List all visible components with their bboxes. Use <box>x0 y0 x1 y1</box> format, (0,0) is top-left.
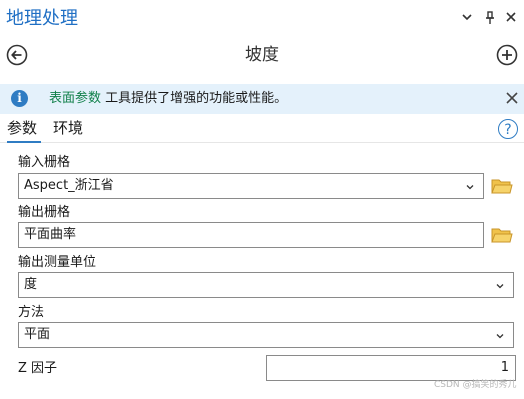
input-raster-label: 输入栅格 <box>18 155 71 170</box>
info-icon: i <box>11 90 28 107</box>
output-raster-input[interactable]: 平面曲率 <box>18 222 484 248</box>
browse-folder-icon[interactable] <box>491 177 513 195</box>
tool-title: 坡度 <box>245 45 279 65</box>
add-icon[interactable] <box>496 44 518 66</box>
close-pane-icon[interactable] <box>501 9 521 29</box>
banner-message: 表面参数 工具提供了增强的功能或性能。 <box>49 89 287 109</box>
banner-tool-link[interactable]: 表面参数 <box>49 91 101 106</box>
chevron-down-icon[interactable] <box>457 9 477 29</box>
chevron-down-icon <box>463 179 477 193</box>
input-raster-value: Aspect_浙江省 <box>24 178 114 193</box>
output-raster-value: 平面曲率 <box>24 227 77 242</box>
output-raster-label: 输出栅格 <box>18 205 71 220</box>
banner-message-text: 工具提供了增强的功能或性能。 <box>101 91 288 106</box>
pane-title-bar <box>0 0 524 38</box>
input-raster-dropdown[interactable]: Aspect_浙江省 <box>18 173 484 199</box>
z-factor-value: 1 <box>500 360 509 375</box>
chevron-down-icon <box>493 278 507 292</box>
active-tab-indicator <box>7 141 41 143</box>
output-unit-value: 度 <box>24 277 38 292</box>
watermark: CSDN @搞笑的秀儿 <box>434 380 517 390</box>
pin-icon[interactable] <box>480 9 500 29</box>
method-value: 平面 <box>24 327 51 342</box>
method-label: 方法 <box>18 305 45 320</box>
close-icon[interactable] <box>502 88 522 108</box>
tab-environments[interactable]: 环境 <box>53 118 83 138</box>
output-unit-dropdown[interactable]: 度 <box>18 272 514 298</box>
browse-folder-icon[interactable] <box>491 226 513 244</box>
tab-divider <box>0 142 524 143</box>
chevron-down-icon <box>493 328 507 342</box>
back-arrow-icon[interactable] <box>6 44 28 66</box>
tab-parameters[interactable]: 参数 <box>7 118 37 138</box>
output-unit-label: 输出测量单位 <box>18 255 97 270</box>
pane-title: 地理处理 <box>6 8 78 29</box>
z-factor-label: Z 因子 <box>18 361 58 376</box>
method-dropdown[interactable]: 平面 <box>18 322 514 348</box>
help-icon[interactable]: ? <box>498 119 518 139</box>
